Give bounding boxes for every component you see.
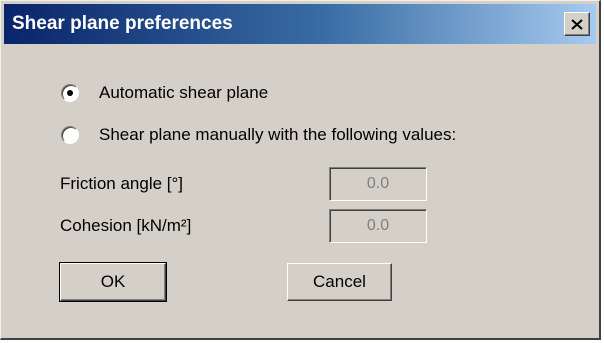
cohesion-field[interactable]: 0.0 (329, 209, 427, 243)
radio-button-automatic[interactable] (61, 84, 79, 102)
close-icon (571, 18, 583, 30)
ok-button[interactable]: OK (59, 262, 167, 302)
shear-plane-dialog: Shear plane preferences Automatic shear … (0, 0, 601, 340)
cohesion-label: Cohesion [kN/m²] (60, 216, 192, 235)
radio-automatic-shear-plane[interactable]: Automatic shear plane (61, 83, 268, 103)
friction-angle-label: Friction angle [°] (60, 174, 184, 193)
radio-automatic-label: Automatic shear plane (99, 83, 269, 102)
cancel-button[interactable]: Cancel (287, 263, 392, 301)
radio-selected-dot (67, 90, 73, 96)
radio-manual-label: Shear plane manually with the following … (99, 125, 457, 144)
radio-manual-shear-plane[interactable]: Shear plane manually with the following … (61, 125, 456, 145)
close-button[interactable] (564, 12, 590, 36)
friction-angle-field[interactable]: 0.0 (329, 167, 427, 201)
dialog-title: Shear plane preferences (12, 13, 233, 34)
title-bar[interactable]: Shear plane preferences (4, 4, 596, 44)
radio-button-manual[interactable] (61, 126, 79, 144)
